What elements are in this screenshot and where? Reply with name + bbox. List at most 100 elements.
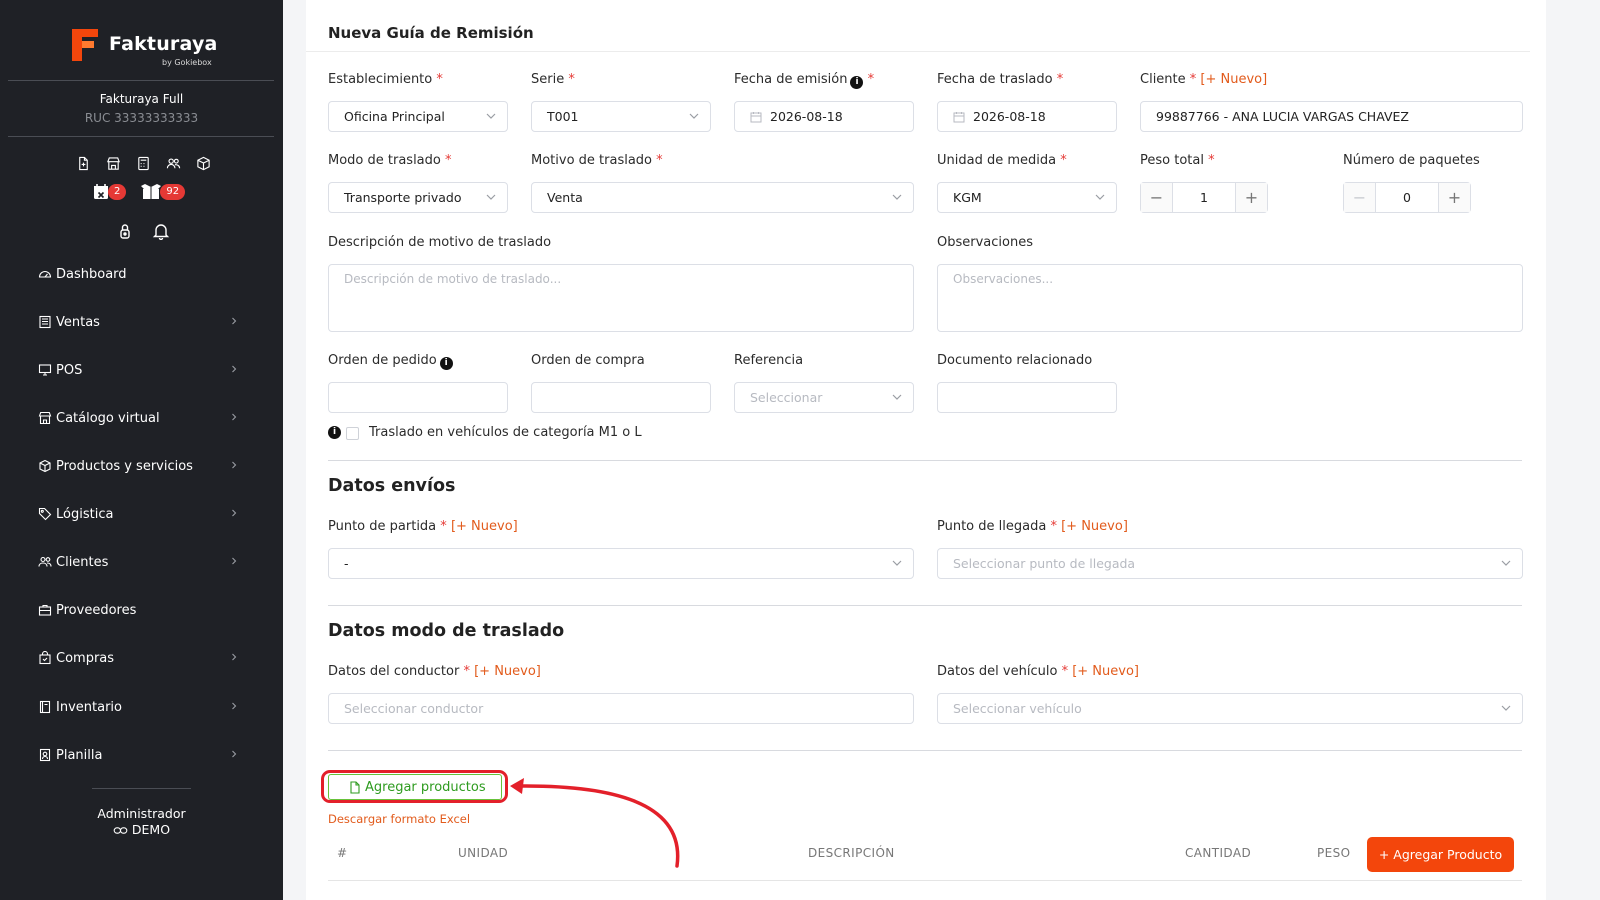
store-icon[interactable] bbox=[105, 155, 122, 172]
chevron-down-icon bbox=[892, 560, 902, 566]
sidebar-item-ventas[interactable]: Ventas bbox=[38, 310, 248, 334]
punto-llegada-select[interactable]: Seleccionar punto de llegada bbox=[937, 548, 1523, 579]
numero-paquetes-input[interactable]: 0 bbox=[1376, 183, 1438, 212]
monitor-icon bbox=[38, 364, 52, 376]
vehiculo-select[interactable]: Seleccionar vehículo bbox=[937, 693, 1523, 724]
establecimiento-select[interactable]: Oficina Principal bbox=[328, 101, 508, 132]
sidebar-item-compras[interactable]: Compras bbox=[38, 646, 248, 670]
calculator-icon[interactable] bbox=[135, 155, 152, 172]
sidebar-item-pos[interactable]: POS bbox=[38, 358, 248, 382]
sidebar-item-label: Proveedores bbox=[56, 602, 137, 618]
quick-access-bar bbox=[75, 155, 212, 172]
increment-button[interactable]: + bbox=[1235, 183, 1267, 212]
m1-checkbox[interactable] bbox=[346, 427, 359, 440]
sidebar-divider bbox=[8, 136, 274, 137]
sidebar-item-proveedores[interactable]: Proveedores bbox=[38, 598, 248, 622]
serie-label: Serie * bbox=[531, 72, 575, 87]
section-title-modo-traslado: Datos modo de traslado bbox=[328, 621, 565, 641]
sidebar-item-clientes[interactable]: Clientes bbox=[38, 550, 248, 574]
lock-icon[interactable] bbox=[116, 222, 134, 240]
chevron-down-icon bbox=[689, 113, 699, 119]
documento-relacionado-input[interactable] bbox=[937, 382, 1117, 413]
add-product-button[interactable]: + Agregar Producto bbox=[1367, 837, 1514, 872]
motivo-traslado-select[interactable]: Venta bbox=[531, 182, 914, 213]
user-name[interactable]: DEMO bbox=[0, 822, 283, 837]
decrement-button[interactable]: − bbox=[1141, 183, 1173, 212]
descripcion-motivo-textarea[interactable]: Descripción de motivo de traslado... bbox=[328, 264, 914, 332]
box-icon[interactable] bbox=[195, 155, 212, 172]
sidebar-item-inventario[interactable]: Inventario bbox=[38, 695, 248, 719]
serie-select[interactable]: T001 bbox=[531, 101, 711, 132]
column-header-index: # bbox=[337, 846, 348, 860]
observaciones-textarea[interactable]: Observaciones... bbox=[937, 264, 1523, 332]
sidebar-item-label: Catálogo virtual bbox=[56, 410, 160, 426]
info-icon[interactable]: i bbox=[850, 76, 864, 89]
calendar-alert[interactable]: 2 bbox=[92, 183, 127, 201]
sidebar-item-logistica[interactable]: Lógistica bbox=[38, 502, 248, 526]
calendar-badge: 2 bbox=[108, 184, 127, 200]
fecha-traslado-input[interactable]: 2026-08-18 bbox=[937, 101, 1117, 132]
user-actions bbox=[116, 222, 170, 240]
annotation-arrow bbox=[510, 778, 680, 868]
increment-button[interactable]: + bbox=[1438, 183, 1470, 212]
box-alert[interactable]: 92 bbox=[140, 183, 186, 201]
new-destination-link[interactable]: [+ Nuevo] bbox=[1061, 519, 1128, 534]
page-title: Nueva Guía de Remisión bbox=[328, 24, 534, 42]
user-role: Administrador bbox=[97, 806, 186, 821]
user-name-label: DEMO bbox=[131, 822, 171, 837]
sidebar-divider bbox=[8, 80, 274, 81]
new-vehicle-link[interactable]: [+ Nuevo] bbox=[1072, 664, 1139, 679]
logo-mark-icon bbox=[72, 29, 98, 61]
chevron-down-icon bbox=[486, 113, 496, 119]
unidad-medida-select[interactable]: KGM bbox=[937, 182, 1117, 213]
bell-icon[interactable] bbox=[152, 222, 170, 240]
modo-traslado-select[interactable]: Transporte privado bbox=[328, 182, 508, 213]
sidebar-item-catalogo-virtual[interactable]: Catálogo virtual bbox=[38, 406, 248, 430]
sidebar-item-dashboard[interactable]: Dashboard bbox=[38, 262, 248, 286]
peso-total-input[interactable]: 1 bbox=[1173, 183, 1235, 212]
new-driver-link[interactable]: [+ Nuevo] bbox=[474, 664, 541, 679]
vehiculo-label: Datos del vehículo * [+ Nuevo] bbox=[937, 664, 1139, 679]
chevron-down-icon bbox=[892, 394, 902, 400]
orden-pedido-input[interactable] bbox=[328, 382, 508, 413]
punto-partida-select[interactable]: - bbox=[328, 548, 914, 579]
fecha-traslado-label: Fecha de traslado * bbox=[937, 72, 1064, 87]
chevron-right-icon bbox=[232, 509, 237, 517]
chevron-right-icon bbox=[232, 702, 237, 710]
chevron-right-icon bbox=[232, 461, 237, 469]
referencia-select[interactable]: Seleccionar bbox=[734, 382, 914, 413]
sidebar-item-label: Planilla bbox=[56, 747, 103, 763]
chevron-right-icon bbox=[232, 317, 237, 325]
chevron-down-icon bbox=[892, 194, 902, 200]
users-icon[interactable] bbox=[165, 155, 182, 172]
decrement-button[interactable]: − bbox=[1344, 183, 1376, 212]
peso-total-label: Peso total * bbox=[1140, 153, 1215, 168]
annotation-highlight bbox=[321, 770, 508, 803]
box-badge: 92 bbox=[160, 184, 186, 200]
main-content: Nueva Guía de Remisión Establecimiento *… bbox=[306, 0, 1546, 900]
sidebar-item-label: Dashboard bbox=[56, 266, 127, 282]
chevron-down-icon bbox=[1501, 705, 1511, 711]
info-icon[interactable]: i bbox=[328, 426, 341, 439]
users-icon bbox=[38, 556, 52, 567]
download-excel-link[interactable]: Descargar formato Excel bbox=[328, 812, 470, 826]
sidebar-item-planilla[interactable]: Planilla bbox=[38, 743, 248, 767]
descripcion-motivo-label: Descripción de motivo de traslado bbox=[328, 235, 552, 250]
box-icon bbox=[39, 459, 51, 473]
orden-compra-input[interactable] bbox=[531, 382, 711, 413]
new-client-link[interactable]: [+ Nuevo] bbox=[1200, 72, 1267, 87]
conductor-select[interactable]: Seleccionar conductor bbox=[328, 693, 914, 724]
sidebar-item-label: Compras bbox=[56, 650, 115, 666]
document-icon[interactable] bbox=[75, 155, 92, 172]
numero-paquetes-stepper: − 0 + bbox=[1343, 182, 1471, 213]
new-origin-link[interactable]: [+ Nuevo] bbox=[451, 519, 518, 534]
brand-logo[interactable]: Fakturaya by Gokiebox bbox=[68, 25, 218, 71]
info-icon[interactable]: i bbox=[439, 357, 453, 370]
sidebar-item-productos-servicios[interactable]: Productos y servicios bbox=[38, 454, 248, 478]
cliente-select[interactable]: 99887766 - ANA LUCIA VARGAS CHAVEZ bbox=[1140, 101, 1523, 132]
fecha-emision-input[interactable]: 2026-08-18 bbox=[734, 101, 914, 132]
link-icon bbox=[113, 827, 128, 834]
chevron-down-icon bbox=[1501, 560, 1511, 566]
company-ruc: RUC 33333333333 bbox=[84, 111, 199, 125]
chevron-down-icon bbox=[486, 194, 496, 200]
